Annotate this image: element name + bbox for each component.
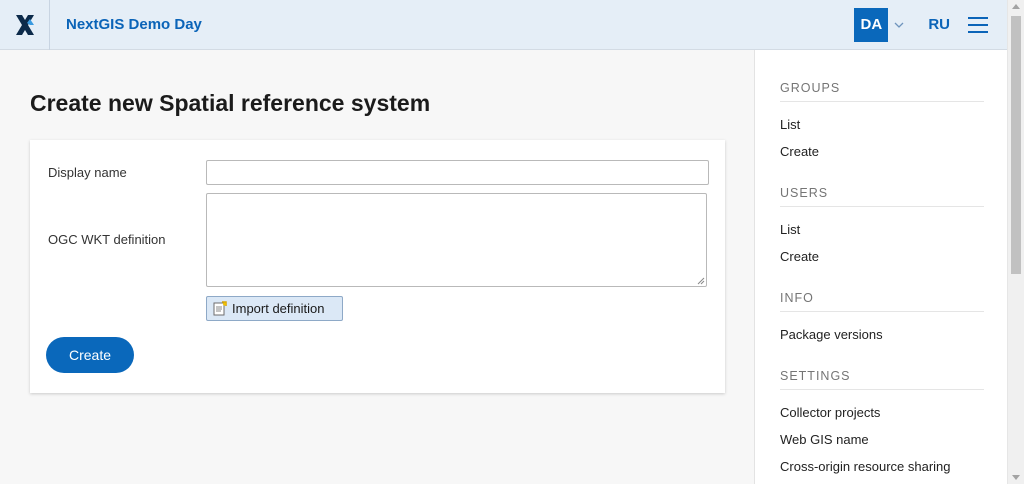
sidebar-section-settings: SETTINGS [780, 369, 984, 390]
sidebar-link-users-create[interactable]: Create [780, 249, 819, 264]
display-name-input[interactable] [206, 160, 709, 185]
user-avatar[interactable]: DA [854, 7, 889, 42]
sidebar-link-package-versions[interactable]: Package versions [780, 327, 883, 342]
sidebar-link-web-gis-name[interactable]: Web GIS name [780, 432, 869, 447]
top-header: NextGIS Demo Day DA RU [0, 0, 1007, 50]
nextgis-x-logo-icon [15, 14, 34, 35]
import-document-icon [213, 300, 227, 315]
scroll-up-arrow-icon[interactable] [1012, 4, 1020, 9]
srs-form-card: Display name OGC WKT definition Import d… [30, 140, 725, 393]
sidebar-link-users-list[interactable]: List [780, 222, 800, 237]
app-title[interactable]: NextGIS Demo Day [66, 16, 854, 33]
main-content: Create new Spatial reference system Disp… [0, 50, 754, 484]
wkt-definition-textarea[interactable] [206, 193, 707, 287]
create-button[interactable]: Create [46, 337, 134, 373]
right-sidebar: GROUPS List Create USERS List Create INF… [754, 50, 1007, 484]
display-name-label: Display name [48, 165, 127, 180]
language-switcher[interactable]: RU [928, 16, 950, 33]
resize-grip-icon[interactable] [697, 277, 705, 285]
sidebar-link-groups-create[interactable]: Create [780, 144, 819, 159]
import-definition-label: Import definition [232, 301, 325, 316]
wkt-definition-label: OGC WKT definition [48, 232, 166, 247]
chevron-down-icon[interactable] [892, 18, 906, 32]
app-logo[interactable] [0, 0, 50, 50]
sidebar-section-groups: GROUPS [780, 81, 984, 102]
sidebar-link-groups-list[interactable]: List [780, 117, 800, 132]
sidebar-section-users: USERS [780, 186, 984, 207]
import-definition-button[interactable]: Import definition [206, 296, 343, 321]
sidebar-link-collector-projects[interactable]: Collector projects [780, 405, 880, 420]
scrollbar-thumb[interactable] [1011, 16, 1021, 274]
hamburger-menu-icon[interactable] [968, 16, 988, 33]
scroll-down-arrow-icon[interactable] [1012, 475, 1020, 480]
sidebar-section-info: INFO [780, 291, 984, 312]
page-title: Create new Spatial reference system [30, 90, 431, 116]
page-scrollbar[interactable] [1007, 0, 1024, 484]
sidebar-link-cors[interactable]: Cross-origin resource sharing [780, 459, 951, 474]
